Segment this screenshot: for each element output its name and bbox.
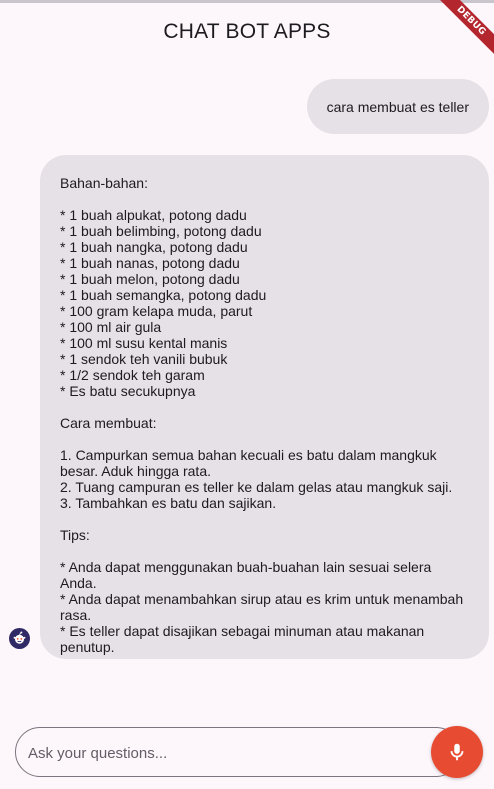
debug-banner-label: DEBUG: [434, 0, 494, 58]
robot-face-icon: [13, 631, 26, 644]
bot-message-bubble: Bahan-bahan: * 1 buah alpukat, potong da…: [40, 155, 489, 659]
debug-banner: DEBUG: [434, 0, 494, 60]
bot-avatar-icon: [9, 628, 30, 649]
mic-button[interactable]: [431, 726, 483, 778]
microphone-icon: [450, 743, 464, 761]
question-input[interactable]: [26, 728, 430, 778]
user-message-bubble: cara membuat es teller: [306, 79, 489, 134]
question-input-container[interactable]: [15, 727, 461, 778]
page-title: CHAT BOT APPS: [163, 20, 331, 43]
user-message-text: cara membuat es teller: [326, 98, 469, 115]
app-bar: CHAT BOT APPS: [0, 3, 494, 61]
